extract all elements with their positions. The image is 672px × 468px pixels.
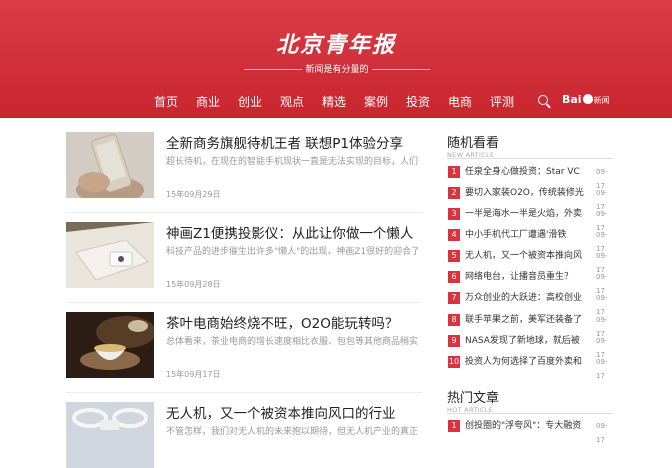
- site-slogan: 新闻是有分量的: [305, 65, 369, 75]
- slogan-divider-left: [244, 69, 302, 70]
- search-icon[interactable]: [538, 95, 548, 105]
- site-logo[interactable]: 北京青年报: [0, 27, 672, 59]
- rank-badge: 7: [448, 292, 460, 304]
- rank-badge: 8: [448, 314, 460, 326]
- rank-badge: 1: [448, 166, 460, 178]
- rank-badge: 2: [448, 187, 460, 199]
- rank-badge: 6: [448, 271, 460, 283]
- nav-ecommerce[interactable]: 电商: [448, 93, 472, 110]
- random-item-title[interactable]: 无人机，又一个被资本推向风: [465, 249, 587, 263]
- hot-item-date: 09-17: [596, 422, 608, 444]
- article-thumbnail-projector[interactable]: [66, 222, 154, 288]
- random-item-title[interactable]: 投资人为何选择了百度外卖和: [465, 355, 587, 369]
- article-date: 15年09月17日: [166, 370, 221, 379]
- random-item-title[interactable]: 联手苹果之前，美军还装备了: [465, 313, 587, 327]
- article-item[interactable]: 茶叶电商始终烧不旺，O2O能玩转吗？ 总体看来，茶业电商的增长速度相比衣服、包包…: [66, 312, 426, 392]
- article-divider: [66, 212, 422, 213]
- article-summary: 超长待机，在现在的智能手机现状一直是无法实现的目标，人们: [166, 157, 418, 167]
- random-list-item[interactable]: 9 NASA发现了新地球，就后被 09-17: [448, 334, 616, 359]
- hot-section-title: 热门文章: [447, 391, 500, 406]
- nav-business[interactable]: 商业: [196, 93, 220, 110]
- rank-badge: 4: [448, 229, 460, 241]
- nav-review[interactable]: 评测: [490, 93, 514, 110]
- slogan-row: 新闻是有分量的: [0, 62, 672, 76]
- random-section-title: 随机看看: [447, 136, 500, 151]
- random-list-item[interactable]: 5 无人机，又一个被资本推向风 09-17: [448, 249, 616, 274]
- nav-opinion[interactable]: 观点: [280, 93, 304, 110]
- hot-list-item[interactable]: 1 创投圈的"浮夸风"：专大融资 09-17: [448, 419, 616, 444]
- random-list-item[interactable]: 1 任泉全身心做投资：Star VC 09-17: [448, 165, 616, 190]
- article-date: 15年09月29日: [166, 190, 221, 199]
- random-list-item[interactable]: 7 万众创业的大跃进：高校创业 09-17: [448, 291, 616, 316]
- random-list-item[interactable]: 10 投资人为何选择了百度外卖和 09-17: [448, 355, 616, 380]
- random-item-title[interactable]: 万众创业的大跃进：高校创业: [465, 291, 587, 305]
- random-list-item[interactable]: 2 要切入家装O2O，传统装修光 09-17: [448, 186, 616, 211]
- baidu-news-logo[interactable]: Bai 新闻: [562, 93, 610, 106]
- article-date: 15年09月28日: [166, 280, 221, 289]
- nav-startup[interactable]: 创业: [238, 93, 262, 110]
- random-item-title[interactable]: 一半是海水一半是火焰，外卖: [465, 207, 587, 221]
- nav-cases[interactable]: 案例: [364, 93, 388, 110]
- hot-item-title[interactable]: 创投圈的"浮夸风"：专大融资: [465, 419, 587, 433]
- nav-investment[interactable]: 投资: [406, 93, 430, 110]
- site-header: 北京青年报 新闻是有分量的 首页 商业 创业 观点 精选 案例 投资 电商 评测…: [0, 0, 672, 118]
- article-title[interactable]: 无人机，又一个被资本推向风口的行业: [166, 402, 436, 422]
- article-title[interactable]: 全新商务旗舰待机王者 联想P1体验分享: [166, 132, 436, 152]
- article-title[interactable]: 神画Z1便携投影仪：从此让你做一个懒人: [166, 222, 436, 242]
- rank-badge: 5: [448, 250, 460, 262]
- random-item-title[interactable]: 中小手机代工厂遭遇'滑铁: [465, 228, 587, 242]
- article-item[interactable]: 无人机，又一个被资本推向风口的行业 不管怎样，我们对无人机的未来抱以期待，但无人…: [66, 402, 426, 468]
- article-thumbnail-phone[interactable]: [66, 132, 154, 198]
- hot-section-divider: [447, 413, 613, 414]
- random-item-title[interactable]: 网络电台，让播音员重生？: [465, 270, 587, 284]
- article-item[interactable]: 全新商务旗舰待机王者 联想P1体验分享 超长待机，在现在的智能手机现状一直是无法…: [66, 132, 426, 212]
- article-title[interactable]: 茶叶电商始终烧不旺，O2O能玩转吗？: [166, 312, 436, 332]
- nav-home[interactable]: 首页: [154, 93, 178, 110]
- rank-badge: 1: [448, 420, 460, 432]
- article-summary: 总体看来，茶业电商的增长速度相比衣服、包包等其他商品稍实: [166, 337, 418, 347]
- nav-featured[interactable]: 精选: [322, 93, 346, 110]
- random-item-title[interactable]: 要切入家装O2O，传统装修光: [465, 186, 587, 200]
- slogan-divider-right: [372, 69, 430, 70]
- random-list-item[interactable]: 6 网络电台，让播音员重生？ 09-17: [448, 270, 616, 295]
- random-item-title[interactable]: NASA发现了新地球，就后被: [465, 334, 587, 348]
- baidu-paw-icon: [582, 94, 593, 104]
- baidu-logo-suffix: 新闻: [593, 96, 610, 105]
- article-summary: 科技产品的进步催生出许多"懒人"的出现，神画Z1很好的迎合了: [166, 247, 418, 257]
- article-summary: 不管怎样，我们对无人机的未来抱以期待，但无人机产业的真正: [166, 427, 418, 437]
- article-divider: [66, 392, 422, 393]
- random-list-item[interactable]: 8 联手苹果之前，美军还装备了 09-17: [448, 313, 616, 338]
- article-thumbnail-drone[interactable]: [66, 402, 154, 468]
- rank-badge: 9: [448, 335, 460, 347]
- article-item[interactable]: 神画Z1便携投影仪：从此让你做一个懒人 科技产品的进步催生出许多"懒人"的出现，…: [66, 222, 426, 302]
- random-section-divider: [447, 158, 613, 159]
- random-list-item[interactable]: 3 一半是海水一半是火焰，外卖 09-17: [448, 207, 616, 232]
- baidu-logo-text: Bai: [562, 93, 582, 106]
- rank-badge: 10: [448, 356, 460, 368]
- random-item-title[interactable]: 任泉全身心做投资：Star VC: [465, 165, 587, 179]
- article-divider: [66, 302, 422, 303]
- rank-badge: 3: [448, 208, 460, 220]
- random-list-item[interactable]: 4 中小手机代工厂遭遇'滑铁 09-17: [448, 228, 616, 253]
- article-thumbnail-tea[interactable]: [66, 312, 154, 378]
- random-item-date: 09-17: [596, 358, 608, 380]
